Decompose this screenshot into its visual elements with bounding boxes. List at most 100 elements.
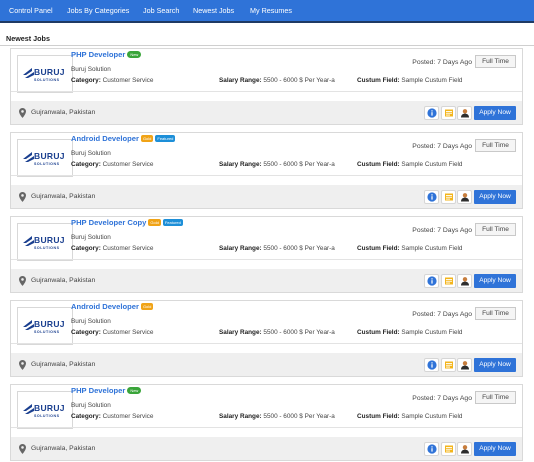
job-card: BURUJ SOLUTIONS Android Developer Gold Fea… — [10, 132, 523, 209]
svg-text:SOLUTIONS: SOLUTIONS — [34, 414, 60, 418]
apply-now-button[interactable]: Apply Now — [474, 442, 516, 456]
user-icon — [461, 109, 469, 118]
badge-gold: Gold — [148, 219, 161, 226]
job-card: BURUJ SOLUTIONS PHP Developer New Posted:… — [10, 48, 523, 125]
badge-gold: Gold — [140, 135, 154, 142]
svg-text:BURUJ: BURUJ — [34, 403, 65, 413]
employer-button[interactable] — [457, 358, 472, 372]
employer-button[interactable] — [457, 442, 472, 456]
salary-field: Salary Range: 5500 - 6000 $ Per Year-a — [219, 77, 335, 84]
list-icon — [445, 277, 453, 285]
employer-button[interactable] — [457, 190, 472, 204]
company-name: Buruj Solution — [71, 318, 111, 325]
info-icon — [427, 360, 437, 370]
job-type-button[interactable]: Full Time — [475, 223, 516, 236]
salary-label: Salary Range: — [219, 413, 262, 420]
salary-field: Salary Range: 5500 - 6000 $ Per Year-a — [219, 329, 335, 336]
job-title-row: PHP Developer Copy Gold Featured — [71, 218, 183, 230]
info-button[interactable] — [424, 442, 439, 456]
nav-item-my-resumes[interactable]: My Resumes — [250, 0, 292, 21]
category-value: Customer Service — [102, 77, 154, 84]
info-icon — [427, 108, 437, 118]
info-button[interactable] — [424, 106, 439, 120]
details-button[interactable] — [441, 106, 456, 120]
apply-now-button[interactable]: Apply Now — [474, 106, 516, 120]
category-field: Category: Customer Service — [71, 161, 153, 168]
map-pin-icon — [19, 444, 26, 456]
apply-now-button[interactable]: Apply Now — [474, 274, 516, 288]
job-title-link[interactable]: Android Developer — [71, 302, 139, 311]
custom-field: Custum Field: Sample Custum Field — [357, 329, 462, 336]
company-name: Buruj Solution — [71, 234, 111, 241]
job-title-row: Android Developer Gold — [71, 302, 154, 314]
page-title: Newest Jobs — [6, 34, 50, 43]
category-label: Category: — [71, 329, 101, 336]
card-divider — [11, 343, 522, 344]
salary-field: Salary Range: 5500 - 6000 $ Per Year-a — [219, 245, 335, 252]
nav-item-jobs-by-categories[interactable]: Jobs By Categories — [67, 0, 129, 21]
custom-value: Sample Custum Field — [401, 329, 463, 336]
info-icon — [427, 276, 437, 286]
top-nav: Control Panel Jobs By Categories Job Sea… — [0, 0, 534, 21]
job-title-link[interactable]: Android Developer — [71, 134, 139, 143]
svg-text:BURUJ: BURUJ — [34, 67, 65, 77]
category-field: Category: Customer Service — [71, 329, 153, 336]
posted-date: Posted: 7 Days Ago — [412, 311, 472, 318]
info-button[interactable] — [424, 358, 439, 372]
badge-new: New — [127, 387, 142, 394]
custom-field: Custum Field: Sample Custum Field — [357, 77, 462, 84]
salary-field: Salary Range: 5500 - 6000 $ Per Year-a — [219, 413, 335, 420]
badge-featured: Featured — [155, 135, 176, 142]
salary-label: Salary Range: — [219, 329, 262, 336]
job-title-link[interactable]: PHP Developer — [71, 50, 125, 59]
category-field: Category: Customer Service — [71, 77, 153, 84]
custom-label: Custum Field: — [357, 413, 400, 420]
info-button[interactable] — [424, 190, 439, 204]
job-type-button[interactable]: Full Time — [475, 391, 516, 404]
job-title-row: PHP Developer New — [71, 386, 142, 398]
category-value: Customer Service — [102, 413, 154, 420]
job-location: Gujranwala, Pakistan — [31, 361, 96, 368]
card-divider — [11, 427, 522, 428]
map-pin-icon — [19, 276, 26, 288]
details-button[interactable] — [441, 358, 456, 372]
company-name: Buruj Solution — [71, 66, 111, 73]
badge-new: New — [127, 51, 142, 58]
job-card: BURUJ SOLUTIONS PHP Developer Copy Gold Fe… — [10, 216, 523, 293]
company-logo: BURUJ SOLUTIONS — [17, 223, 73, 261]
employer-button[interactable] — [457, 274, 472, 288]
info-icon — [427, 192, 437, 202]
job-title-row: Android Developer Gold Featured — [71, 134, 176, 146]
nav-item-newest-jobs[interactable]: Newest Jobs — [193, 0, 234, 21]
job-type-button[interactable]: Full Time — [475, 307, 516, 320]
apply-now-button[interactable]: Apply Now — [474, 190, 516, 204]
apply-now-button[interactable]: Apply Now — [474, 358, 516, 372]
details-button[interactable] — [441, 274, 456, 288]
custom-label: Custum Field: — [357, 77, 400, 84]
employer-button[interactable] — [457, 106, 472, 120]
list-icon — [445, 193, 453, 201]
card-divider — [11, 91, 522, 92]
salary-value: 5500 - 6000 $ Per Year-a — [263, 77, 335, 84]
salary-label: Salary Range: — [219, 77, 262, 84]
category-label: Category: — [71, 77, 101, 84]
job-type-button[interactable]: Full Time — [475, 55, 516, 68]
company-logo: BURUJ SOLUTIONS — [17, 139, 73, 177]
job-title-link[interactable]: PHP Developer — [71, 386, 125, 395]
user-icon — [461, 361, 469, 370]
nav-item-job-search[interactable]: Job Search — [143, 0, 179, 21]
details-button[interactable] — [441, 442, 456, 456]
nav-item-control-panel[interactable]: Control Panel — [9, 0, 53, 21]
posted-date: Posted: 7 Days Ago — [412, 395, 472, 402]
details-button[interactable] — [441, 190, 456, 204]
svg-text:BURUJ: BURUJ — [34, 319, 65, 329]
job-type-button[interactable]: Full Time — [475, 139, 516, 152]
custom-field: Custum Field: Sample Custum Field — [357, 413, 462, 420]
svg-text:BURUJ: BURUJ — [34, 151, 65, 161]
job-title-link[interactable]: PHP Developer Copy — [71, 218, 146, 227]
custom-field: Custum Field: Sample Custum Field — [357, 245, 462, 252]
svg-text:SOLUTIONS: SOLUTIONS — [34, 78, 60, 82]
custom-value: Sample Custum Field — [401, 245, 463, 252]
buruj-logo-icon: BURUJ SOLUTIONS — [23, 67, 65, 82]
info-button[interactable] — [424, 274, 439, 288]
